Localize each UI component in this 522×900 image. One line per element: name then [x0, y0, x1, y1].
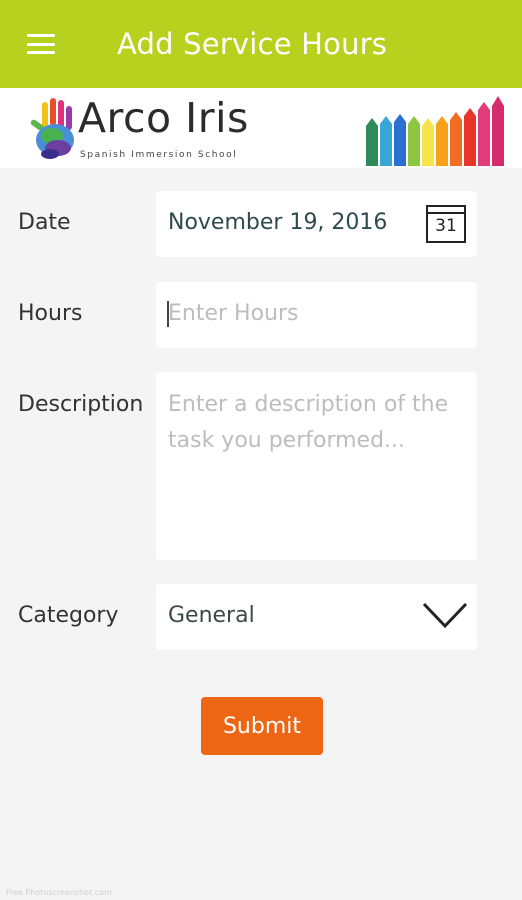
- school-logo-subtitle: Spanish Immersion School: [80, 150, 238, 160]
- hamburger-menu-icon[interactable]: [27, 34, 55, 54]
- date-field[interactable]: November 19, 2016 31: [156, 191, 477, 257]
- hours-placeholder: Enter Hours: [168, 301, 299, 326]
- colored-pencils-image: [366, 96, 504, 166]
- date-value: November 19, 2016: [168, 210, 388, 235]
- calendar-icon[interactable]: 31: [426, 205, 466, 243]
- school-banner: Arco Iris Spanish Immersion School: [0, 88, 522, 168]
- category-select[interactable]: General: [156, 584, 477, 650]
- description-placeholder-line2: task you performed...: [168, 428, 406, 453]
- calendar-day: 31: [435, 216, 457, 236]
- rainbow-hand-icon: [30, 98, 74, 159]
- page-title: Add Service Hours: [117, 27, 388, 61]
- category-selected-value: General: [168, 603, 255, 628]
- date-label: Date: [18, 210, 71, 235]
- description-label: Description: [18, 392, 144, 417]
- category-label: Category: [18, 603, 119, 628]
- school-logo-title: Arco Iris: [78, 94, 249, 142]
- watermark-text: Free Photoscreenshot.com: [6, 888, 112, 897]
- app-bar: Add Service Hours: [0, 0, 522, 88]
- hours-label: Hours: [18, 301, 83, 326]
- description-placeholder-line1: Enter a description of the: [168, 392, 449, 417]
- description-textarea[interactable]: Enter a description of the task you perf…: [156, 372, 477, 560]
- submit-button[interactable]: Submit: [201, 697, 323, 755]
- hours-input[interactable]: Enter Hours: [156, 282, 477, 348]
- chevron-down-icon[interactable]: [421, 600, 469, 630]
